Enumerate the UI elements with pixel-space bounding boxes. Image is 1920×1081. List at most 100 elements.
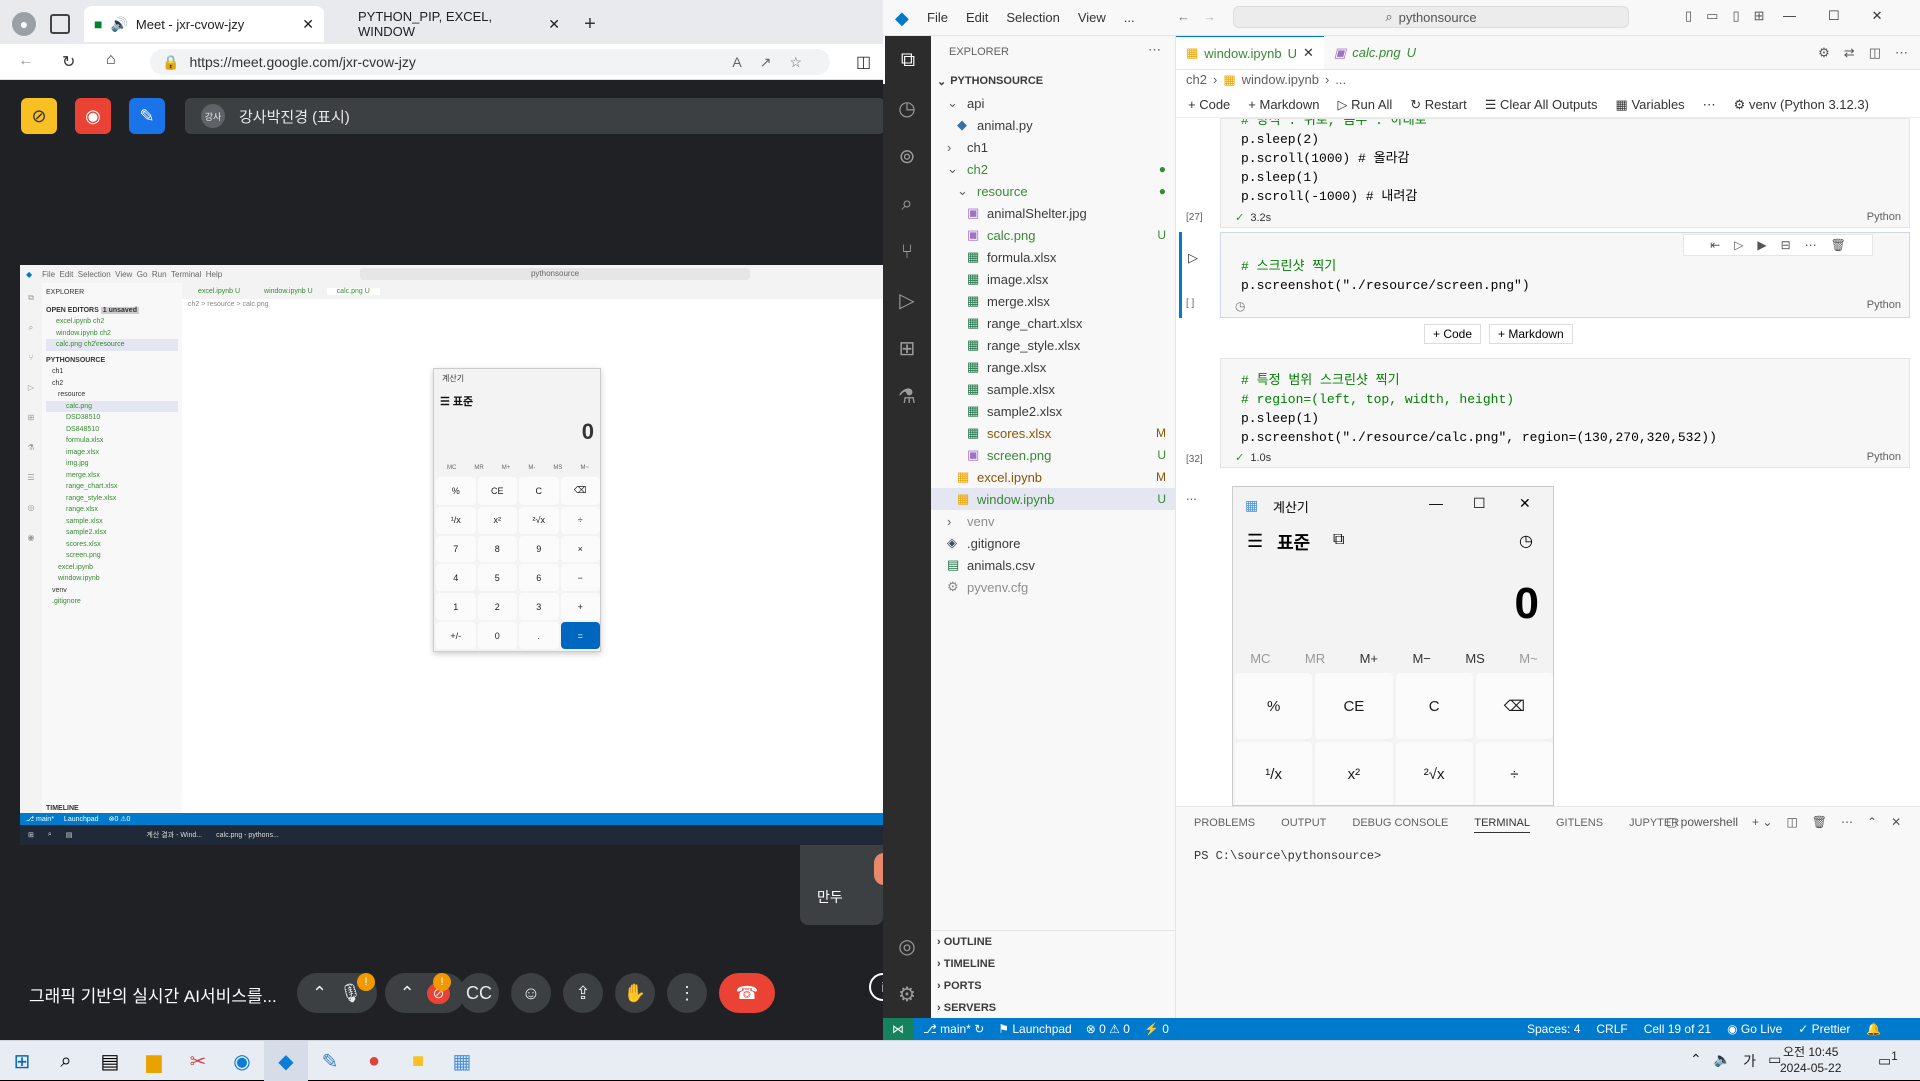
insert-markdown-button[interactable]: + Markdown xyxy=(1489,324,1573,344)
close-icon[interactable]: ✕ xyxy=(1303,45,1314,61)
more-actions-icon[interactable]: ⋯ xyxy=(1805,238,1817,252)
layout-customize-icon[interactable]: ⊞ xyxy=(1754,8,1765,24)
account-icon[interactable]: ◎ xyxy=(883,922,931,970)
tree-item[interactable]: ▦ sample2.xlsx xyxy=(931,400,1176,422)
variables-button[interactable]: ▦ Variables xyxy=(1616,97,1685,113)
settings-gear-icon[interactable]: ⚙ xyxy=(1818,45,1830,61)
tree-item[interactable]: › ch1 xyxy=(931,136,1176,158)
tree-item[interactable]: ▦ window.ipynb U xyxy=(931,488,1176,510)
split-editor-icon[interactable]: ◫ xyxy=(1869,45,1881,61)
address-actions-icon[interactable]: A↗☆ xyxy=(732,54,820,71)
close-panel-icon[interactable]: ✕ xyxy=(1891,815,1901,829)
delete-icon[interactable]: 🗑 xyxy=(1831,238,1846,252)
chevron-up-icon[interactable]: ⌃ xyxy=(400,983,415,1004)
profile-avatar[interactable]: ● xyxy=(12,12,36,36)
layout-sidebar-icon[interactable]: ▯ xyxy=(1685,8,1692,24)
workspace-root[interactable]: ⌄ PYTHONSOURCE xyxy=(931,70,1176,92)
tree-item[interactable]: ◆ animal.py xyxy=(931,114,1176,136)
more-actions-icon[interactable]: ⋯ xyxy=(1895,45,1908,61)
timeline-section[interactable]: › TIMELINE xyxy=(931,953,1176,975)
tree-item[interactable]: ▦ range_style.xlsx xyxy=(931,334,1176,356)
add-code-button[interactable]: + Code xyxy=(1188,97,1230,112)
tree-item[interactable]: ▣ calc.png U xyxy=(931,224,1176,246)
menu-more[interactable]: ... xyxy=(1124,10,1135,25)
more-options-icon[interactable]: ⋮ xyxy=(667,973,707,1013)
chrome-icon[interactable]: ● xyxy=(352,1041,396,1081)
tree-item[interactable]: ▦ merge.xlsx xyxy=(931,290,1176,312)
panel-tab[interactable]: GITLENS xyxy=(1556,817,1603,833)
layout-panel-icon[interactable]: ▭ xyxy=(1706,8,1718,24)
close-icon[interactable]: ✕ xyxy=(1872,8,1883,24)
chevron-up-icon[interactable]: ⌃ xyxy=(312,983,327,1004)
snipping-tool-icon[interactable]: ✂ xyxy=(176,1041,220,1081)
run-cell-icon[interactable]: ▷ xyxy=(1188,250,1198,266)
chevron-up-icon[interactable]: ⌃ xyxy=(1690,1051,1702,1071)
menu-file[interactable]: File xyxy=(927,10,948,25)
command-center[interactable]: ⌕ pythonsource xyxy=(1233,6,1629,28)
run-debug-icon[interactable]: ▷ xyxy=(883,276,931,324)
split-terminal-icon[interactable]: ◫ xyxy=(1786,815,1797,829)
maximize-panel-icon[interactable]: ⌃ xyxy=(1867,815,1877,829)
notifications-icon[interactable]: 🔔 xyxy=(1866,1022,1881,1036)
search-icon[interactable]: ⌕ xyxy=(44,1041,88,1081)
minimize-icon[interactable]: — xyxy=(1783,8,1796,24)
terminal-shell[interactable]: ▢ powershell xyxy=(1666,815,1738,829)
tree-item[interactable]: ⌄ ch2 ● xyxy=(931,158,1176,180)
layout-secondary-icon[interactable]: ▯ xyxy=(1732,8,1739,24)
panel-tab[interactable]: OUTPUT xyxy=(1281,817,1326,833)
notification-center-icon[interactable]: ▭1 xyxy=(1878,1050,1898,1070)
execute-icon[interactable]: ▶ xyxy=(1757,238,1766,252)
clear-outputs-button[interactable]: ☰ Clear All Outputs xyxy=(1485,97,1598,113)
start-icon[interactable]: ⊞ xyxy=(0,1041,44,1081)
calculator-icon[interactable]: ▦ xyxy=(440,1041,484,1081)
tree-item[interactable]: ▦ range_chart.xlsx xyxy=(931,312,1176,334)
tree-item[interactable]: ▦ image.xlsx xyxy=(931,268,1176,290)
task-view-icon[interactable]: ▤ xyxy=(88,1041,132,1081)
tree-item[interactable]: ▤ animals.csv xyxy=(931,554,1176,576)
file-explorer-icon[interactable]: ▆ xyxy=(132,1041,176,1081)
new-terminal-icon[interactable]: + ⌄ xyxy=(1752,815,1772,829)
run-all-button[interactable]: ▷ Run All xyxy=(1337,97,1392,113)
camera-group[interactable]: ⌃ ⊘ xyxy=(385,973,465,1013)
new-tab-icon[interactable]: + xyxy=(578,12,602,36)
kernel-picker[interactable]: ⚙ venv (Python 3.12.3) xyxy=(1734,97,1869,113)
record-off-icon[interactable]: ⊘ xyxy=(21,98,57,134)
whiteboard-icon[interactable]: ✎ xyxy=(129,98,165,134)
menu-edit[interactable]: Edit xyxy=(966,10,988,25)
run-below-icon[interactable]: ▷ xyxy=(1734,238,1743,252)
captions-icon[interactable]: CC xyxy=(459,973,499,1013)
ime-indicator[interactable]: 가 xyxy=(1743,1051,1756,1071)
edge-icon[interactable]: ◉ xyxy=(220,1041,264,1081)
servers-section[interactable]: › SERVERS xyxy=(931,997,1176,1019)
tree-item[interactable]: ◈ .gitignore xyxy=(931,532,1176,554)
present-icon[interactable]: ⇪ xyxy=(563,973,603,1013)
prettier-item[interactable]: ✓ Prettier xyxy=(1798,1022,1850,1036)
more-actions-icon[interactable]: ⋯ xyxy=(1841,815,1853,829)
back-icon[interactable]: ← xyxy=(1177,9,1190,24)
testing-icon[interactable]: ⚗ xyxy=(883,372,931,420)
tree-item[interactable]: ⌄ api xyxy=(931,92,1176,114)
panel-tab[interactable]: PROBLEMS xyxy=(1194,817,1255,833)
tab-meet[interactable]: ■ 🔊 Meet - jxr-cvow-jzy ✕ xyxy=(84,6,324,42)
url-field[interactable]: 🔒 https://meet.google.com/jxr-cvow-jzy A… xyxy=(150,49,830,75)
back-icon[interactable]: ← xyxy=(18,52,34,70)
compare-icon[interactable]: ⇄ xyxy=(1844,45,1855,61)
close-icon[interactable]: ✕ xyxy=(548,16,560,33)
tab-actions-icon[interactable] xyxy=(50,14,70,34)
tree-item[interactable]: ▦ range.xlsx xyxy=(931,356,1176,378)
vscode-taskbar-icon[interactable]: ◆ xyxy=(264,1041,308,1081)
tree-item[interactable]: ▦ sample.xlsx xyxy=(931,378,1176,400)
restart-button[interactable]: ↻ Restart xyxy=(1410,97,1466,113)
kill-terminal-icon[interactable]: 🗑 xyxy=(1812,815,1827,829)
add-markdown-button[interactable]: + Markdown xyxy=(1248,97,1319,112)
output-more-icon[interactable]: ... xyxy=(1186,488,1197,503)
tab-window-ipynb[interactable]: ▦ window.ipynb U ✕ xyxy=(1176,36,1324,69)
ports-item[interactable]: ⚡ 0 xyxy=(1144,1022,1169,1036)
ports-section[interactable]: › PORTS xyxy=(931,975,1176,997)
tree-item[interactable]: ⌄ resource ● xyxy=(931,180,1176,202)
remote-icon[interactable]: ⋈ xyxy=(883,1018,913,1040)
indentation-item[interactable]: Spaces: 4 xyxy=(1527,1022,1580,1036)
source-control-icon[interactable]: ⑂ xyxy=(883,228,931,276)
emoji-icon[interactable]: ☺ xyxy=(511,973,551,1013)
terminal-prompt[interactable]: PS C:\source\pythonsource> xyxy=(1194,849,1381,863)
